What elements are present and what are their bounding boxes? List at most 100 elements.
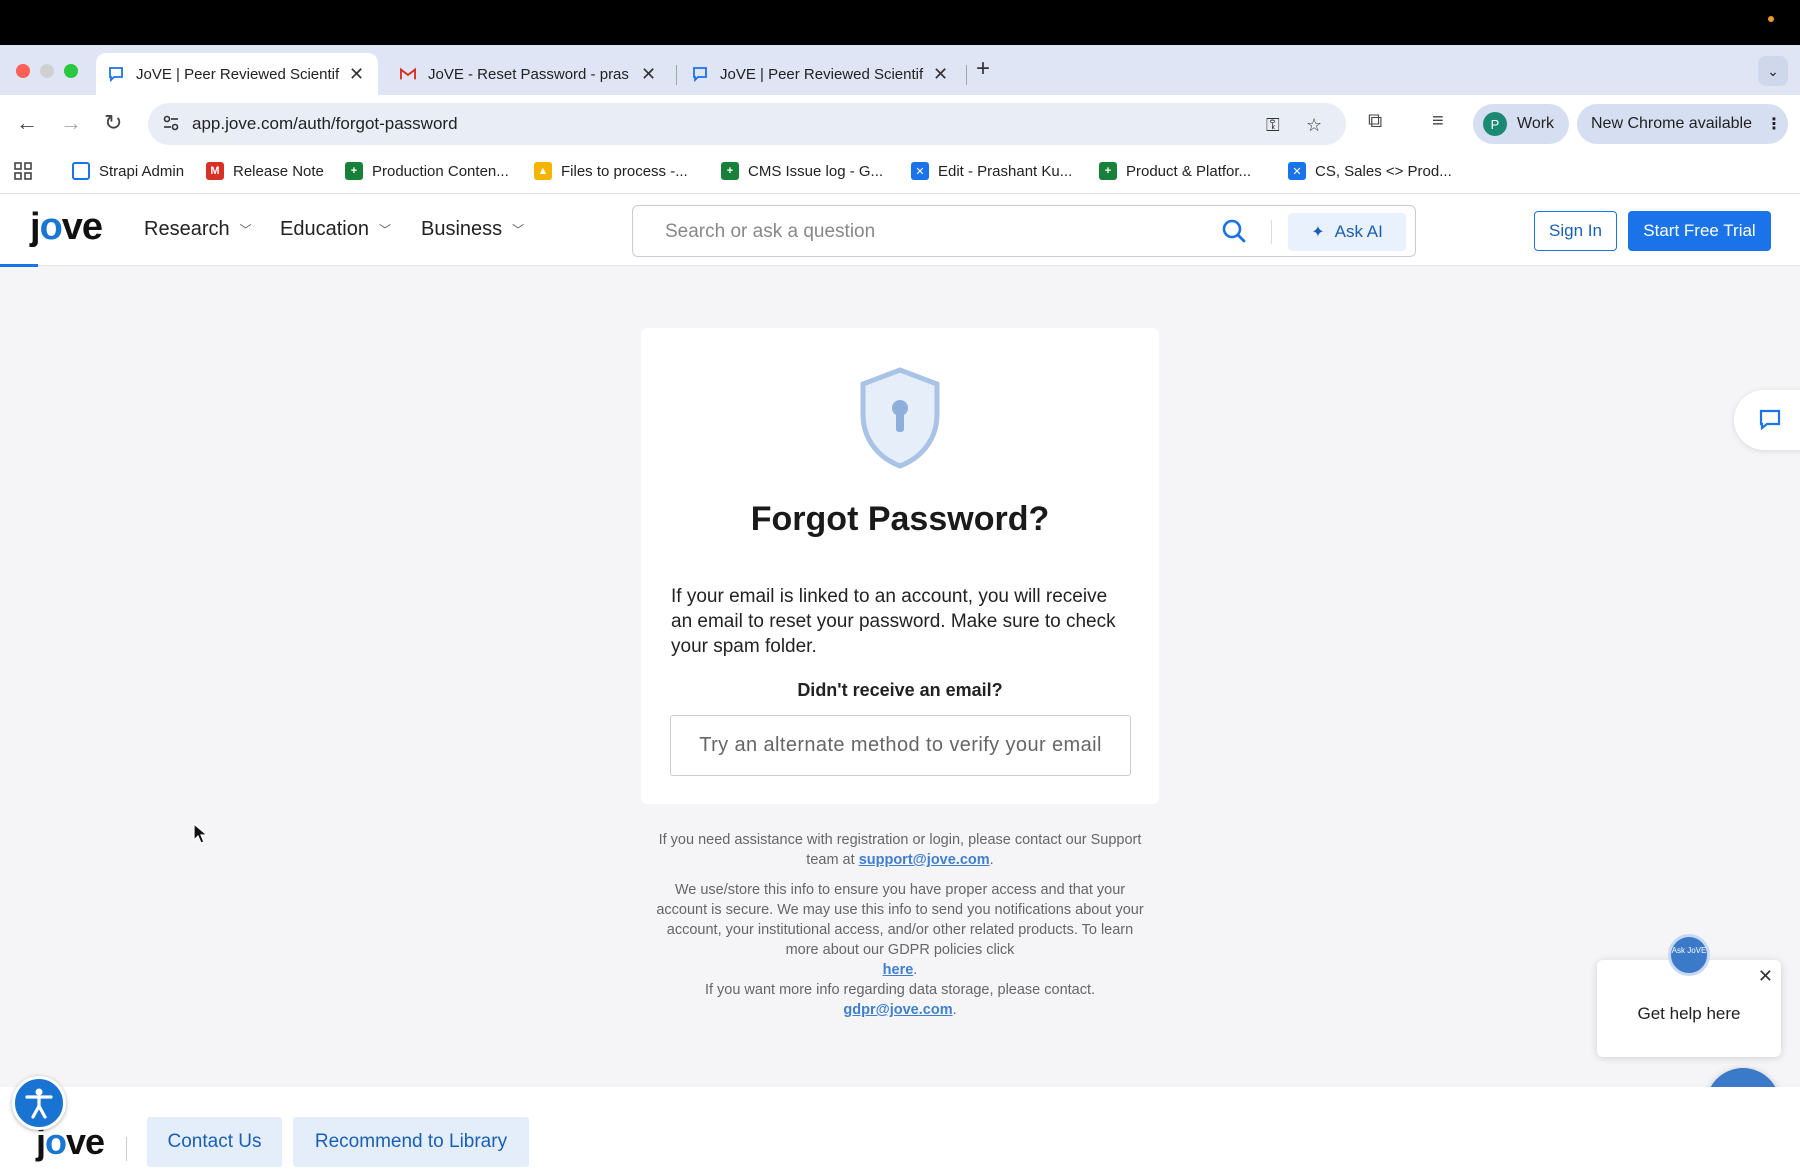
search-divider bbox=[1271, 220, 1272, 244]
bookmark-star-icon[interactable]: ☆ bbox=[1306, 115, 1322, 136]
close-tab-icon[interactable]: ✕ bbox=[933, 64, 948, 85]
confluence-icon: ✕ bbox=[1288, 162, 1306, 180]
update-label: New Chrome available bbox=[1591, 115, 1752, 132]
side-chat-button[interactable] bbox=[1734, 390, 1800, 450]
storage-text: If you want more info regarding data sto… bbox=[704, 982, 1096, 998]
accessibility-icon bbox=[25, 1088, 53, 1119]
site-search-input[interactable]: Search or ask a question ✦ Ask AI bbox=[632, 205, 1416, 257]
jove-logo[interactable]: jove bbox=[30, 206, 103, 249]
window-maximize-icon[interactable] bbox=[64, 64, 78, 78]
page-load-indicator bbox=[0, 264, 38, 267]
browser-tab-strip: JoVE | Peer Reviewed Scientif ✕ JoVE - R… bbox=[0, 45, 1800, 95]
sparkle-icon: ✦ bbox=[1311, 224, 1325, 241]
password-key-icon[interactable]: ⚿ bbox=[1266, 115, 1280, 136]
apps-grid-icon[interactable] bbox=[14, 162, 32, 180]
ask-ai-button[interactable]: ✦ Ask AI bbox=[1288, 213, 1406, 251]
extensions-puzzle-icon[interactable]: ⧉ bbox=[1368, 110, 1382, 133]
kebab-menu-icon[interactable]: ⋮ bbox=[1766, 114, 1782, 134]
nav-business[interactable]: Business ﹀ bbox=[421, 218, 524, 241]
nav-label: Business bbox=[421, 218, 503, 240]
bookmark-label: Files to process -... bbox=[561, 162, 688, 180]
sheets-icon: + bbox=[721, 162, 739, 180]
chevron-down-icon: ﹀ bbox=[239, 223, 252, 237]
tab-title: JoVE | Peer Reviewed Scientif bbox=[720, 65, 924, 83]
chevron-down-icon: ﹀ bbox=[512, 223, 525, 237]
profile-label: Work bbox=[1517, 115, 1555, 132]
nav-research[interactable]: Research ﹀ bbox=[144, 218, 252, 241]
chrome-update-button[interactable]: New Chrome available ⋮ bbox=[1577, 104, 1788, 144]
close-icon[interactable]: ✕ bbox=[1758, 966, 1773, 987]
jove-chat-icon bbox=[692, 66, 708, 82]
confluence-icon: ✕ bbox=[911, 162, 929, 180]
media-control-icon[interactable]: ≡ bbox=[1432, 110, 1444, 133]
sign-in-button[interactable]: Sign In bbox=[1534, 211, 1617, 251]
mouse-cursor-icon bbox=[193, 823, 209, 844]
nav-label: Education bbox=[280, 218, 369, 240]
page-title: Forgot Password? bbox=[750, 500, 1050, 538]
nav-education[interactable]: Education ﹀ bbox=[280, 218, 391, 241]
browser-tab-1[interactable]: JoVE | Peer Reviewed Scientif ✕ bbox=[96, 53, 378, 95]
search-placeholder: Search or ask a question bbox=[665, 221, 876, 242]
address-bar[interactable]: app.jove.com/auth/forgot-password ⚿ ☆ bbox=[148, 103, 1346, 145]
tab-divider bbox=[676, 65, 677, 85]
gmail-icon bbox=[400, 66, 416, 82]
close-tab-icon[interactable]: ✕ bbox=[349, 64, 364, 85]
bookmark-edit-prashant[interactable]: ✕ Edit - Prashant Ku... bbox=[911, 162, 1072, 180]
url-text: app.jove.com/auth/forgot-password bbox=[192, 114, 458, 133]
support-email-link[interactable]: support@jove.com bbox=[859, 852, 990, 868]
window-close-icon[interactable] bbox=[16, 64, 30, 78]
gdpr-here-link[interactable]: here bbox=[883, 962, 914, 978]
search-icon[interactable] bbox=[1221, 218, 1247, 244]
bookmark-label: Product & Platfor... bbox=[1126, 162, 1252, 180]
bookmark-label: CS, Sales <> Prod... bbox=[1315, 162, 1452, 180]
forgot-password-card: Forgot Password? If your email is linked… bbox=[641, 328, 1159, 804]
help-popup-text: Get help here bbox=[1637, 1004, 1741, 1023]
recording-indicator-icon bbox=[1768, 16, 1774, 22]
alternate-method-button[interactable]: Try an alternate method to verify your e… bbox=[670, 715, 1131, 776]
sheets-icon: + bbox=[1099, 162, 1117, 180]
reload-icon[interactable]: ↻ bbox=[104, 110, 122, 136]
tab-title: JoVE - Reset Password - pras bbox=[428, 65, 629, 83]
footer-divider bbox=[126, 1137, 127, 1161]
bookmark-product-platform[interactable]: + Product & Platfor... bbox=[1099, 162, 1251, 180]
close-tab-icon[interactable]: ✕ bbox=[641, 64, 656, 85]
bookmark-production-content[interactable]: + Production Conten... bbox=[345, 162, 509, 180]
bookmark-cms-issue-log[interactable]: + CMS Issue log - G... bbox=[721, 162, 883, 180]
gmail-icon: M bbox=[206, 162, 224, 180]
bookmark-label: Release Note bbox=[233, 162, 324, 180]
bookmark-strapi-admin[interactable]: Strapi Admin bbox=[72, 162, 184, 180]
new-tab-icon[interactable]: + bbox=[976, 55, 990, 83]
browser-tab-2[interactable]: JoVE - Reset Password - pras ✕ bbox=[388, 53, 670, 95]
bookmark-release-note[interactable]: M Release Note bbox=[206, 162, 324, 180]
bookmark-label: Strapi Admin bbox=[99, 162, 185, 180]
browser-tab-3[interactable]: JoVE | Peer Reviewed Scientif ✕ bbox=[680, 53, 962, 95]
gdpr-text: We use/store this info to ensure you hav… bbox=[656, 882, 1144, 958]
start-free-trial-button[interactable]: Start Free Trial bbox=[1628, 211, 1771, 251]
window-minimize-icon[interactable] bbox=[40, 64, 54, 78]
avatar: P bbox=[1483, 112, 1507, 136]
back-arrow-icon[interactable]: ← bbox=[16, 110, 38, 136]
chat-icon bbox=[1759, 409, 1781, 431]
recommend-to-library-button[interactable]: Recommend to Library bbox=[293, 1117, 529, 1167]
bookmark-label: Edit - Prashant Ku... bbox=[938, 162, 1073, 180]
didnt-receive-heading: Didn't receive an email? bbox=[797, 680, 1003, 700]
contact-us-button[interactable]: Contact Us bbox=[147, 1117, 282, 1167]
gdpr-email-link[interactable]: gdpr@jove.com bbox=[843, 1002, 952, 1018]
bookmarks-bar: Strapi Admin M Release Note + Production… bbox=[0, 150, 1800, 194]
bookmark-label: Production Conten... bbox=[372, 162, 509, 180]
forward-arrow-icon[interactable]: → bbox=[60, 110, 82, 136]
nav-label: Research bbox=[144, 218, 230, 240]
chevron-down-icon: ﹀ bbox=[378, 223, 391, 237]
accessibility-button[interactable] bbox=[12, 1076, 66, 1130]
site-info-icon[interactable] bbox=[162, 114, 180, 132]
ask-jove-bubble[interactable]: Ask JoVE bbox=[1668, 934, 1710, 976]
tab-search-chevron-icon[interactable]: ⌄ bbox=[1758, 56, 1788, 86]
profile-button[interactable]: P Work bbox=[1473, 104, 1569, 144]
bookmark-cs-sales[interactable]: ✕ CS, Sales <> Prod... bbox=[1288, 162, 1452, 180]
strapi-icon bbox=[72, 162, 90, 180]
os-menu-bar bbox=[0, 0, 1800, 45]
sheets-icon: + bbox=[345, 162, 363, 180]
bookmark-files-to-process[interactable]: ▲ Files to process -... bbox=[534, 162, 688, 180]
bookmark-label: CMS Issue log - G... bbox=[748, 162, 884, 180]
site-footer: jove Contact Us Recommend to Library bbox=[0, 1087, 1800, 1170]
